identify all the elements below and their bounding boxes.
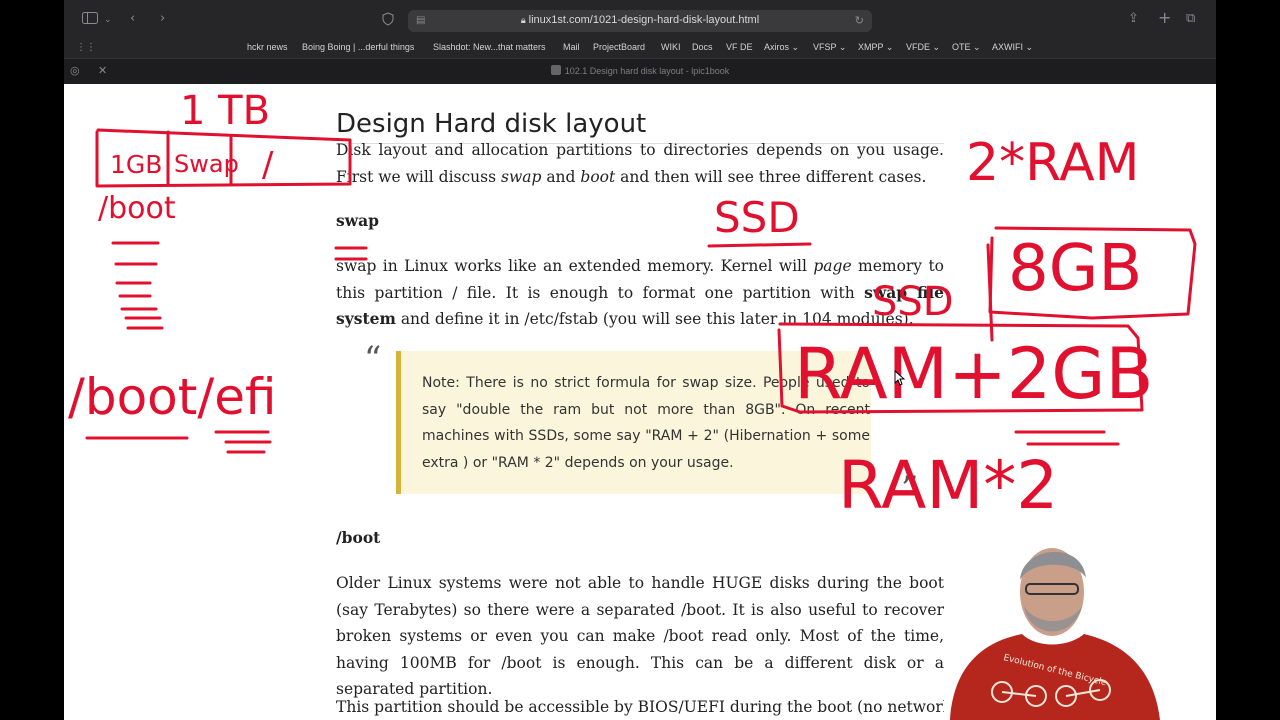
bookmark-item[interactable]: OTE ⌄ <box>952 42 981 53</box>
shield-icon[interactable] <box>382 12 394 31</box>
text: This partition should be accessible by B… <box>336 698 944 716</box>
emphasis: boot <box>580 167 616 186</box>
emphasis: swap <box>501 167 542 186</box>
text: swap in Linux works like an extended mem… <box>336 257 814 275</box>
swap-heading: swap <box>336 211 379 230</box>
bookmark-item[interactable]: Mail <box>563 42 580 52</box>
text: Older Linux systems were not able to han… <box>336 574 944 698</box>
bookmark-item[interactable]: XMPP ⌄ <box>858 42 893 53</box>
intro-paragraph: Disk layout and allocation partitions to… <box>336 137 944 190</box>
reload-icon[interactable]: ↻ <box>855 13 864 29</box>
bookmark-item[interactable]: Slashdot: New...that matters <box>433 42 546 52</box>
swap-paragraph: swap in Linux works like an extended mem… <box>336 253 944 333</box>
presenter-video: Evolution of the Bicycle <box>950 548 1160 720</box>
grid-icon[interactable]: ⋮⋮ <box>76 40 96 56</box>
back-icon[interactable]: ‹ <box>130 11 135 27</box>
tab-bar: ◎ ✕ 102.1 Design hard disk layout - lpic… <box>64 58 1216 84</box>
forward-icon[interactable]: › <box>160 11 165 27</box>
boot-section: /boot <box>336 528 944 547</box>
tab-overview-icon[interactable]: ⧉ <box>1186 11 1195 27</box>
new-tab-icon[interactable]: + <box>1158 10 1171 26</box>
mouse-cursor-icon <box>894 370 906 386</box>
sidebar-icon[interactable] <box>82 12 98 29</box>
bookmark-item[interactable]: AXWIFI ⌄ <box>992 42 1033 53</box>
quote-open-icon: “ <box>364 339 382 379</box>
bookmark-item[interactable]: Boing Boing | ...derful things <box>302 42 414 52</box>
chevron-down-icon[interactable]: ⌄ <box>104 12 112 28</box>
bios-paragraph: This partition should be accessible by B… <box>336 694 944 720</box>
address-bar[interactable]: ▤ 🔒︎ linux1st.com/1021-design-hard-disk-… <box>408 10 872 32</box>
bookmark-item[interactable]: VFDE ⌄ <box>906 42 940 53</box>
bookmark-item[interactable]: hckr news <box>247 42 288 52</box>
bookmark-item[interactable]: ProjectBoard <box>593 42 645 52</box>
browser-toolbar: ⌄ ‹ › ▤ 🔒︎ linux1st.com/1021-design-hard… <box>64 0 1216 40</box>
bookmarks-bar: ⋮⋮ hckr news Boing Boing | ...derful thi… <box>64 38 1216 58</box>
active-tab[interactable]: 102.1 Design hard disk layout - lpic1boo… <box>64 65 1216 76</box>
bookmark-item[interactable]: WIKI <box>661 42 681 52</box>
quote-close-icon: ” <box>901 469 919 509</box>
text: and define it in /etc/fstab (you will se… <box>395 310 914 328</box>
bookmark-item[interactable]: Axiros ⌄ <box>764 42 799 53</box>
tab-title: 102.1 Design hard disk layout - lpic1boo… <box>564 66 730 76</box>
url-text[interactable]: 🔒︎ linux1st.com/1021-design-hard-disk-la… <box>408 14 872 26</box>
boot-paragraph: Older Linux systems were not able to han… <box>336 570 944 703</box>
url-value: linux1st.com/1021-design-hard-disk-layou… <box>528 14 760 26</box>
text: and <box>541 167 581 186</box>
lock-icon: 🔒︎ <box>520 15 526 25</box>
presenter-shirt <box>950 634 1160 720</box>
boot-heading: /boot <box>336 528 381 547</box>
bookmark-item[interactable]: VFSP ⌄ <box>813 42 846 53</box>
tab-favicon-icon <box>550 65 561 75</box>
note-blockquote: Note: There is no strict formula for swa… <box>396 351 871 494</box>
swap-section: swap <box>336 211 944 230</box>
text: and then will see three different cases. <box>615 167 927 186</box>
bookmark-item[interactable]: Docs <box>692 42 713 52</box>
bookmark-item[interactable]: VF DE <box>726 42 753 52</box>
share-icon[interactable]: ⇪ <box>1128 11 1139 27</box>
emphasis: page <box>813 257 852 275</box>
note-text: Note: There is no strict formula for swa… <box>422 375 870 471</box>
